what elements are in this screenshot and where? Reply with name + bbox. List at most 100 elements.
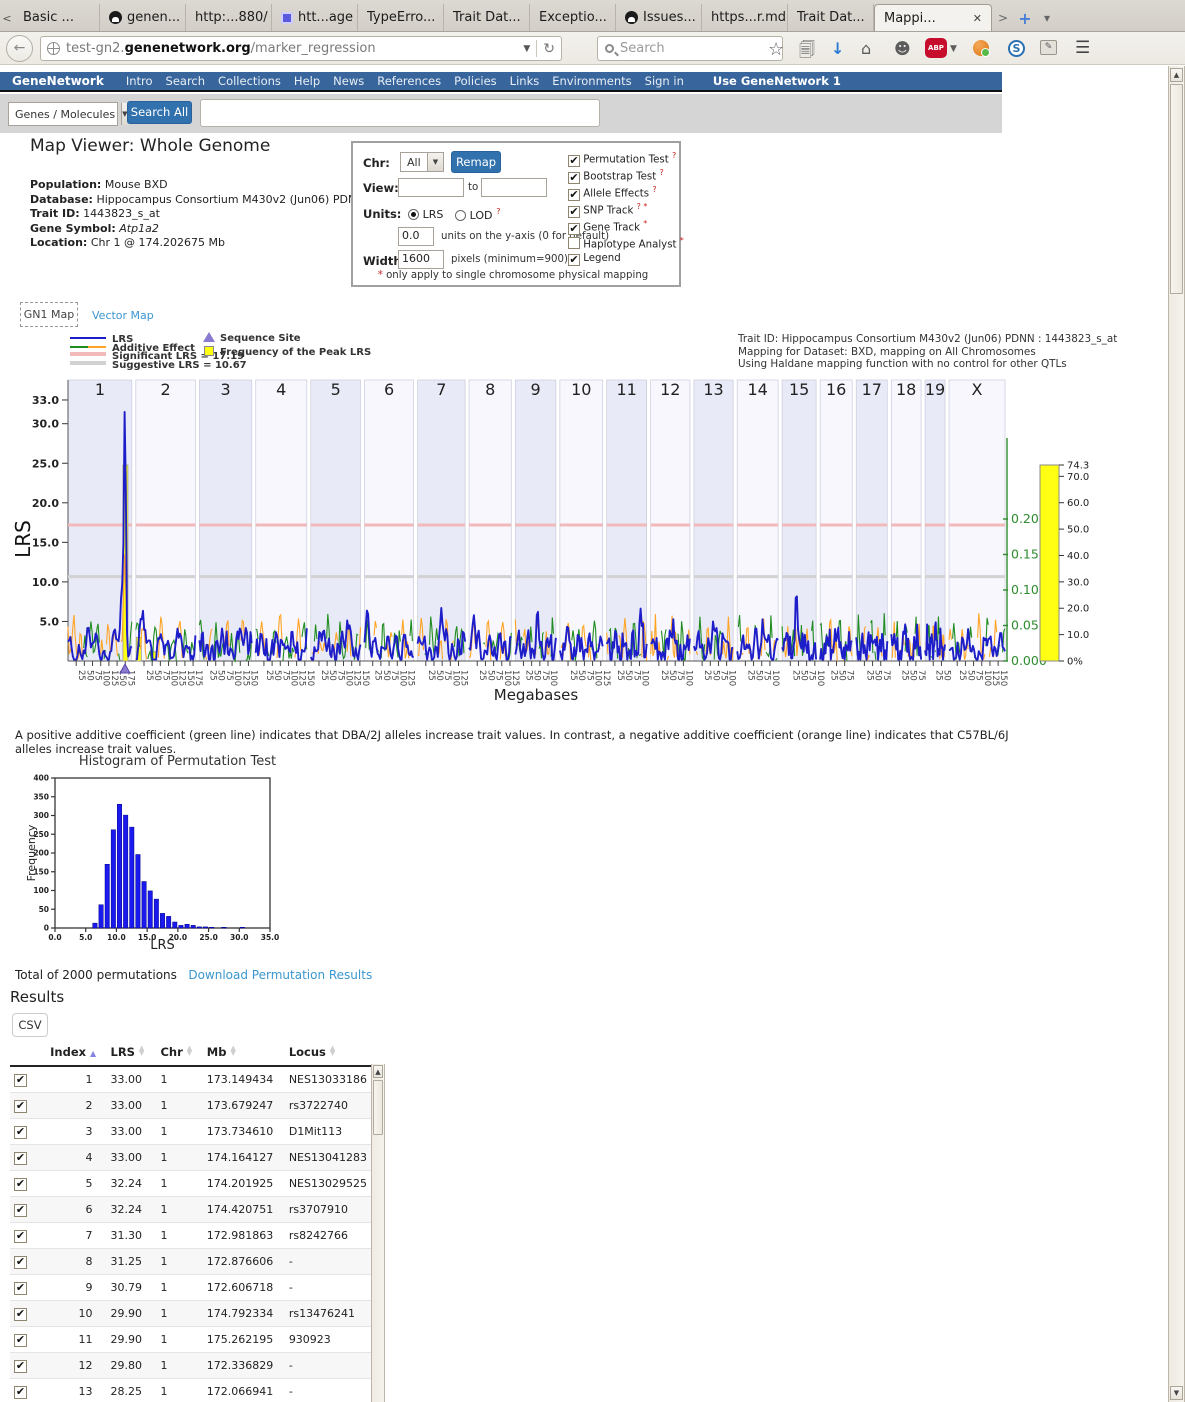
peak-frequency-icon xyxy=(204,346,214,356)
sort-ascending-icon[interactable]: ▲ xyxy=(90,1049,96,1058)
feedback-smiley-icon[interactable]: ☻ xyxy=(894,39,911,58)
nav-link-search[interactable]: Search xyxy=(166,74,206,88)
column-header-locus[interactable]: Locus ▲▼ xyxy=(285,1042,371,1066)
menu-hamburger-icon[interactable]: ☰ xyxy=(1075,38,1090,58)
proxy-extension-icon[interactable] xyxy=(973,40,989,56)
sort-icon[interactable]: ▲▼ xyxy=(330,1046,335,1056)
nav-link-sign-in[interactable]: Sign in xyxy=(645,74,684,88)
use-genenetwork1-link[interactable]: Use GeneNetwork 1 xyxy=(713,74,841,88)
tab-scroll-right-button[interactable]: > xyxy=(992,5,1014,31)
adblock-plus-icon[interactable]: ABP xyxy=(925,38,947,58)
adblock-caret-icon[interactable]: ▼ xyxy=(950,44,957,54)
tab-close-icon[interactable]: ✕ xyxy=(973,12,982,25)
scrollbar-thumb[interactable] xyxy=(373,1080,383,1135)
row-checkbox[interactable]: ✔ xyxy=(14,1282,27,1295)
browser-tab-2[interactable]: genen... xyxy=(100,4,186,31)
row-checkbox[interactable]: ✔ xyxy=(14,1178,27,1191)
chr-select[interactable]: All ▼ xyxy=(400,152,444,172)
download-permutation-link[interactable]: Download Permutation Results xyxy=(188,968,372,982)
home-icon[interactable]: ⌂ xyxy=(861,39,871,58)
nav-link-news[interactable]: News xyxy=(333,74,364,88)
row-checkbox[interactable]: ✔ xyxy=(14,1152,27,1165)
nav-link-help[interactable]: Help xyxy=(294,74,320,88)
nav-link-links[interactable]: Links xyxy=(510,74,540,88)
mapping-description-line: Trait ID: Hippocampus Consortium M430v2 … xyxy=(738,333,1117,346)
row-checkbox[interactable]: ✔ xyxy=(14,1074,27,1087)
site-search-input[interactable] xyxy=(200,99,600,127)
csv-button[interactable]: CSV xyxy=(12,1013,48,1037)
row-checkbox[interactable]: ✔ xyxy=(14,1334,27,1347)
url-dropdown-icon[interactable]: ▼ xyxy=(523,44,530,54)
tab-list-button[interactable]: ▾ xyxy=(1036,5,1058,31)
nav-link-intro[interactable]: Intro xyxy=(126,74,153,88)
row-checkbox[interactable]: ✔ xyxy=(14,1308,27,1321)
tab-vector-map[interactable]: Vector Map xyxy=(92,309,154,322)
scrapbook-icon[interactable]: ✎ xyxy=(1040,40,1057,55)
nav-link-environments[interactable]: Environments xyxy=(552,74,631,88)
row-checkbox[interactable]: ✔ xyxy=(14,1100,27,1113)
tab-gn1-map[interactable]: GN1 Map xyxy=(20,302,78,327)
row-checkbox[interactable]: ✔ xyxy=(14,1256,27,1269)
row-checkbox[interactable]: ✔ xyxy=(14,1360,27,1373)
browser-tab-6[interactable]: Trait Dat... xyxy=(444,4,530,31)
search-all-button[interactable]: Search All xyxy=(127,101,192,124)
checkbox-gene-track[interactable]: ✔ Gene Track * xyxy=(568,219,647,235)
scroll-down-icon[interactable]: ▼ xyxy=(1170,1386,1183,1400)
new-tab-button[interactable]: + xyxy=(1014,5,1036,31)
browser-tab-5[interactable]: TypeErro... xyxy=(358,4,444,31)
column-header-index[interactable]: Index ▲ xyxy=(46,1042,106,1066)
browser-tab-1[interactable]: Basic ... xyxy=(14,4,100,31)
column-header-lrs[interactable]: LRS ▲▼ xyxy=(107,1042,157,1066)
view-from-input[interactable] xyxy=(398,178,464,197)
scrollbar-thumb[interactable] xyxy=(1170,84,1183,294)
sort-icon[interactable]: ▲▼ xyxy=(187,1046,192,1056)
browser-tab-10[interactable]: Trait Dat... xyxy=(788,4,874,31)
browser-search-field[interactable]: Search xyxy=(597,36,783,61)
checkbox-snp-track[interactable]: ✔ SNP Track ? * xyxy=(568,202,647,218)
browser-tab-3[interactable]: http:...880/ xyxy=(186,4,272,31)
brand-genenetwork[interactable]: GeneNetwork xyxy=(12,74,104,88)
browser-tab-9[interactable]: https...r.md xyxy=(702,4,788,31)
nav-link-collections[interactable]: Collections xyxy=(218,74,281,88)
browser-tab-8[interactable]: Issues... xyxy=(616,4,702,31)
back-button[interactable]: ← xyxy=(6,35,33,62)
column-header-chr[interactable]: Chr ▲▼ xyxy=(156,1042,202,1066)
row-checkbox[interactable]: ✔ xyxy=(14,1230,27,1243)
reload-icon[interactable]: ↻ xyxy=(543,41,555,57)
checkbox-haplotype-analyst[interactable]: Haplotype Analyst * xyxy=(568,236,684,250)
units-lrs-radio[interactable]: LRS xyxy=(408,207,443,221)
browser-tab-7[interactable]: Exceptio... xyxy=(530,4,616,31)
scroll-up-icon[interactable]: ▲ xyxy=(373,1065,383,1078)
width-input[interactable]: 1600 xyxy=(398,250,444,269)
column-header-mb[interactable]: Mb ▲▼ xyxy=(203,1042,285,1066)
remap-button[interactable]: Remap xyxy=(451,151,501,173)
checkbox-allele-effects[interactable]: ✔ Allele Effects ? xyxy=(568,185,657,201)
yaxis-units-input[interactable]: 0.0 xyxy=(398,227,434,246)
info-value[interactable]: 1443823_s_at xyxy=(83,207,160,220)
browser-tab-11[interactable]: Mappi...✕ xyxy=(874,4,992,31)
view-to-input[interactable] xyxy=(481,178,547,197)
nav-link-references[interactable]: References xyxy=(377,74,441,88)
results-table-scrollbar[interactable]: ▲ xyxy=(371,1064,385,1402)
row-checkbox[interactable]: ✔ xyxy=(14,1204,27,1217)
bookmarks-panel-icon[interactable]: 🗐 xyxy=(799,39,815,66)
site-identity-icon[interactable] xyxy=(47,42,60,55)
row-checkbox[interactable]: ✔ xyxy=(14,1126,27,1139)
s-extension-icon[interactable]: S xyxy=(1008,40,1025,57)
checkbox-legend[interactable]: ✔ Legend xyxy=(568,253,621,266)
tab-scroll-left-button[interactable]: < xyxy=(0,5,14,31)
sort-icon[interactable]: ▲▼ xyxy=(230,1046,235,1056)
checkbox-permutation-test[interactable]: ✔ Permutation Test ? xyxy=(568,151,676,167)
search-category-select[interactable]: Genes / Molecules ▼ xyxy=(8,102,118,126)
bookmark-star-icon[interactable]: ☆ xyxy=(768,39,784,60)
row-checkbox[interactable]: ✔ xyxy=(14,1386,27,1399)
window-scrollbar[interactable]: ▲ ▼ xyxy=(1168,66,1185,1402)
browser-tab-4[interactable]: htt...age xyxy=(272,4,358,31)
nav-link-policies[interactable]: Policies xyxy=(454,74,497,88)
sort-icon[interactable]: ▲▼ xyxy=(139,1046,144,1056)
url-bar[interactable]: test-gn2.genenetwork.org/marker_regressi… xyxy=(40,36,562,61)
scroll-up-icon[interactable]: ▲ xyxy=(1170,68,1183,82)
checkbox-bootstrap-test[interactable]: ✔ Bootstrap Test ? xyxy=(568,168,664,184)
downloads-icon[interactable]: ↓ xyxy=(831,39,844,58)
units-lod-radio[interactable]: LOD ? xyxy=(455,207,500,222)
